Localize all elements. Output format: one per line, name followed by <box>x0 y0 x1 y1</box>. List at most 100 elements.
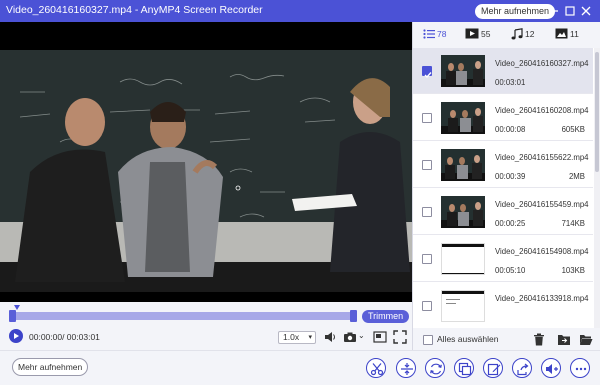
trash-icon[interactable] <box>533 333 545 346</box>
record-more-button-top[interactable]: Mehr aufnehmen <box>475 4 556 19</box>
app-window: Video_260416160327.mp4 - AnyMP4 Screen R… <box>0 0 600 385</box>
video-thumbnail <box>441 196 485 228</box>
cut-tool-button[interactable] <box>366 358 386 378</box>
row-checkbox[interactable] <box>422 113 432 123</box>
copy-icon <box>458 362 472 376</box>
folder-open-icon[interactable] <box>579 333 593 346</box>
list-item[interactable]: Video_260416154908.mp4 00:05:10 103KB <box>413 236 593 282</box>
video-thumbnail <box>441 243 485 275</box>
list-item[interactable]: Video_260416160327.mp4 00:03:01 <box>413 48 593 94</box>
select-all-toggle[interactable]: Alles auswählen <box>423 334 498 345</box>
camera-icon[interactable] <box>343 330 357 344</box>
trim-track[interactable] <box>9 310 357 322</box>
play-icon <box>14 333 19 339</box>
recording-list-panel: 78 55 12 11 Video_260416160327.mp4 00:03… <box>412 22 600 350</box>
play-button[interactable] <box>9 329 23 343</box>
video-preview[interactable] <box>0 22 412 302</box>
file-duration: 00:05:10 <box>495 266 526 275</box>
video-thumbnail <box>441 290 485 322</box>
file-name: Video_260416133918.mp4 <box>495 294 589 303</box>
list-item[interactable]: Video_260416155622.mp4 00:00:39 2MB <box>413 142 593 188</box>
video-thumbnail <box>441 55 485 87</box>
share-tool-button[interactable] <box>512 358 532 378</box>
convert-tool-button[interactable] <box>425 358 445 378</box>
picture-in-picture-icon[interactable] <box>373 330 387 344</box>
folder-export-icon[interactable] <box>557 333 571 346</box>
tab-images-count: 11 <box>570 28 579 39</box>
tab-images[interactable]: 11 <box>555 28 579 42</box>
row-checkbox[interactable] <box>422 160 432 170</box>
share-icon <box>517 363 529 376</box>
file-duration: 00:03:01 <box>495 78 526 87</box>
video-icon <box>465 28 479 39</box>
scissors-icon <box>370 363 384 376</box>
file-size: 2MB <box>568 172 585 181</box>
list-item[interactable]: Video_260416155459.mp4 00:00:25 714KB <box>413 189 593 235</box>
speaker-plus-icon <box>546 364 558 374</box>
fullscreen-icon[interactable] <box>393 330 407 344</box>
merge-icon <box>401 363 413 375</box>
file-size: 605KB <box>561 125 585 134</box>
minimize-icon[interactable] <box>546 3 562 19</box>
chevron-down-icon: ▾ <box>308 334 312 341</box>
video-frame-image <box>0 22 412 302</box>
edit-tool-button[interactable] <box>483 358 503 378</box>
audio-tool-button[interactable] <box>541 358 561 378</box>
trim-end-handle[interactable] <box>350 310 357 322</box>
edit-icon <box>487 363 501 376</box>
tab-audio[interactable]: 12 <box>511 28 534 42</box>
playback-time: 00:00:00/ 00:03:01 <box>29 332 100 342</box>
video-thumbnail <box>441 149 485 181</box>
image-icon <box>555 28 568 39</box>
file-list: Video_260416160327.mp4 00:03:01 Video_26… <box>413 48 593 328</box>
tab-video[interactable]: 55 <box>465 28 490 42</box>
tab-audio-count: 12 <box>525 29 535 39</box>
file-duration: 00:00:08 <box>495 125 526 134</box>
merge-tool-button[interactable] <box>396 358 416 378</box>
file-name: Video_260416160327.mp4 <box>495 59 589 68</box>
check-icon <box>424 72 432 79</box>
row-checkbox[interactable] <box>422 66 432 79</box>
close-icon[interactable] <box>578 3 594 19</box>
select-all-label: Alles auswählen <box>437 334 499 344</box>
media-type-tabs: 78 55 12 11 <box>413 22 600 48</box>
scrollbar-thumb[interactable] <box>595 52 599 172</box>
snapshot-dropdown-icon[interactable]: ⌄ <box>358 331 365 340</box>
row-checkbox[interactable] <box>422 301 432 311</box>
trim-start-handle[interactable] <box>9 310 16 322</box>
panel-footer: Alles auswählen <box>413 328 600 350</box>
list-icon <box>423 29 435 39</box>
row-checkbox[interactable] <box>422 207 432 217</box>
maximize-icon[interactable] <box>562 3 578 19</box>
row-checkbox[interactable] <box>422 254 432 264</box>
file-size: 103KB <box>561 266 585 275</box>
title-bar: Video_260416160327.mp4 - AnyMP4 Screen R… <box>0 0 600 22</box>
video-thumbnail <box>441 102 485 134</box>
list-scrollbar[interactable] <box>594 48 600 328</box>
music-icon <box>511 28 523 40</box>
file-name: Video_260416155459.mp4 <box>495 200 589 209</box>
window-title: Video_260416160327.mp4 - AnyMP4 Screen R… <box>6 4 263 16</box>
record-more-button[interactable]: Mehr aufnehmen <box>12 358 89 376</box>
file-name: Video_260416155622.mp4 <box>495 153 589 162</box>
file-duration: 00:00:39 <box>495 172 526 181</box>
copy-tool-button[interactable] <box>454 358 474 378</box>
tab-video-count: 55 <box>481 28 491 39</box>
tab-all[interactable]: 78 <box>423 28 446 42</box>
file-size: 714KB <box>561 219 585 228</box>
file-name: Video_260416160208.mp4 <box>495 106 589 115</box>
more-icon <box>575 367 587 371</box>
select-all-checkbox[interactable] <box>423 334 433 345</box>
speed-select[interactable]: 1.0x ▾ <box>278 331 316 344</box>
volume-icon[interactable] <box>323 330 337 344</box>
list-item[interactable]: Video_260416133918.mp4 <box>413 283 593 328</box>
trim-button[interactable]: Trimmen <box>362 310 410 323</box>
speed-value: 1.0x <box>283 332 300 342</box>
file-duration: 00:00:25 <box>495 219 526 228</box>
bottom-toolbar: Mehr aufnehmen <box>0 350 600 385</box>
more-tool-button[interactable] <box>570 358 590 378</box>
refresh-icon <box>430 363 442 375</box>
file-name: Video_260416154908.mp4 <box>495 247 589 256</box>
tab-all-count: 78 <box>437 28 447 39</box>
list-item[interactable]: Video_260416160208.mp4 00:00:08 605KB <box>413 95 593 141</box>
